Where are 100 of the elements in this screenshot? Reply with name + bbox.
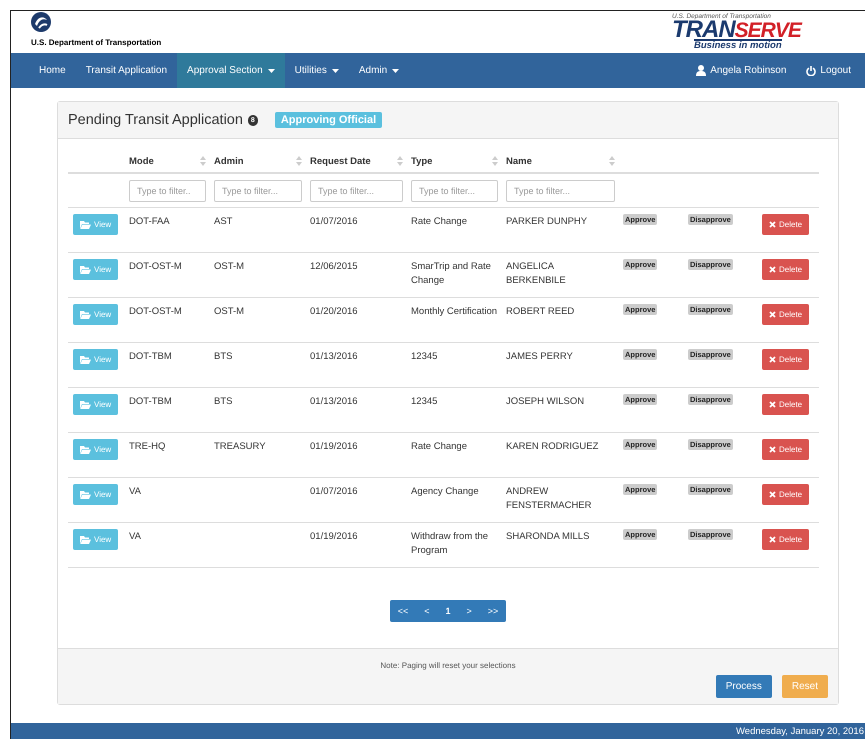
caret-icon	[332, 68, 339, 72]
logout-link[interactable]: Logout	[796, 53, 861, 88]
person-icon	[696, 65, 706, 76]
page-link[interactable]: <	[416, 600, 438, 622]
power-icon	[806, 66, 816, 76]
table-cell: SHARONDA MILLS	[506, 530, 590, 544]
delete-button[interactable]: Delete	[762, 394, 810, 415]
x-icon	[769, 311, 776, 318]
nav-item[interactable]: Approval Section	[177, 53, 285, 88]
table-cell: DOT-FAA	[129, 215, 170, 228]
delete-button[interactable]: Delete	[762, 304, 810, 325]
table-cell: 12345	[411, 395, 438, 408]
folder-icon	[80, 266, 91, 274]
column-header[interactable]: Name	[506, 156, 532, 166]
delete-button[interactable]: Delete	[762, 214, 810, 235]
table-cell-text: ANGELICA BERKENBILE	[506, 260, 567, 287]
table-cell: VA	[129, 530, 141, 544]
folder-icon	[80, 536, 91, 544]
x-icon	[769, 446, 776, 453]
table-cell: TRE-HQ	[129, 440, 166, 454]
column-header[interactable]: Admin	[214, 156, 244, 166]
table-cell: JAMES PERRY	[506, 350, 573, 364]
x-icon	[769, 221, 776, 228]
table-cell: DOT-TBM	[129, 395, 172, 408]
brand-tagline: Business in motion	[694, 39, 782, 51]
folder-icon	[80, 220, 91, 228]
page-link[interactable]: >	[458, 600, 480, 622]
table-cell: 01/07/2016	[310, 485, 358, 498]
filter-field[interactable]: Type to filter...	[214, 180, 302, 202]
dot-emblem-icon	[31, 12, 51, 32]
process-button[interactable]: Process	[716, 675, 772, 698]
filter-field[interactable]: Type to filter..	[129, 180, 206, 202]
brand-logo-text: TRANSERVE	[672, 20, 801, 41]
table-cell-text: SmarTrip and Rate Change	[411, 260, 492, 287]
folder-icon	[80, 490, 91, 498]
delete-button[interactable]: Delete	[762, 529, 810, 550]
table-cell: Agency Change	[411, 485, 479, 498]
delete-button[interactable]: Delete	[762, 439, 810, 460]
footer-date: Wednesday, January 20, 2016	[736, 726, 865, 737]
table-cell: DOT-OST-M	[129, 305, 182, 318]
table-cell: OST-M	[214, 305, 244, 318]
table-cell: Monthly Certification	[411, 305, 498, 318]
caret-icon	[392, 68, 400, 72]
panel-title: Pending Transit Application	[68, 112, 243, 128]
table-cell: DOT-TBM	[129, 350, 172, 364]
table-cell: AST	[214, 215, 232, 228]
x-icon	[769, 401, 776, 408]
table-cell: BTS	[214, 350, 232, 364]
table-cell: DOT-OST-M	[129, 260, 182, 274]
table-cell: VA	[129, 485, 141, 498]
filter-field[interactable]: Type to filter...	[411, 180, 498, 202]
delete-button[interactable]: Delete	[762, 349, 810, 370]
nav-item[interactable]: Home	[29, 53, 76, 88]
sort-icon	[609, 156, 615, 166]
table-cell: 01/19/2016	[310, 530, 358, 544]
filter-field[interactable]: Type to filter...	[506, 180, 615, 202]
table-cell: OST-M	[214, 260, 244, 274]
nav-item[interactable]: Transit Application	[76, 53, 178, 88]
nav-item[interactable]: Utilities	[284, 53, 349, 88]
agency-name: U.S. Department of Transportation	[31, 38, 162, 47]
table-cell: 01/13/2016	[310, 350, 358, 364]
page-link[interactable]: >>	[480, 600, 506, 622]
table-cell: 12345	[411, 350, 438, 364]
role-badge: Approving Official	[274, 112, 382, 128]
nav-item[interactable]: Admin	[348, 53, 410, 88]
table-cell: 12/06/2015	[310, 260, 358, 274]
folder-icon	[80, 310, 91, 318]
table-cell: 01/20/2016	[310, 305, 358, 318]
sort-icon	[200, 156, 206, 166]
paging-note: Note: Paging will reset your selections	[379, 661, 517, 670]
table-cell: 01/13/2016	[310, 395, 358, 408]
delete-button[interactable]: Delete	[762, 259, 810, 280]
sort-icon	[296, 156, 302, 166]
user-menu[interactable]: Angela Robinson	[686, 53, 796, 88]
page-link[interactable]: <<	[390, 600, 416, 622]
page-link[interactable]: 1	[437, 600, 458, 622]
table-cell: JOSEPH WILSON	[506, 395, 584, 408]
folder-icon	[80, 446, 91, 454]
sort-icon	[397, 156, 403, 166]
x-icon	[769, 356, 776, 363]
folder-icon	[80, 356, 91, 364]
table-cell: TREASURY	[214, 440, 266, 454]
column-header[interactable]: Type	[411, 156, 432, 166]
caret-icon	[268, 68, 275, 72]
column-header[interactable]: Mode	[129, 156, 154, 166]
delete-button[interactable]: Delete	[762, 484, 810, 505]
column-header[interactable]: Request Date	[310, 156, 371, 166]
sort-icon	[492, 156, 498, 166]
x-icon	[769, 266, 776, 273]
filter-field[interactable]: Type to filter...	[310, 180, 403, 202]
x-icon	[769, 536, 776, 543]
table-cell: BTS	[214, 395, 232, 408]
table-cell: Rate Change	[411, 215, 467, 228]
table-cell: PARKER DUNPHY	[506, 215, 588, 228]
table-cell: KAREN RODRIGUEZ	[506, 440, 598, 454]
table-cell-text: ANDREW FENSTERMACHER	[506, 485, 593, 512]
x-icon	[769, 491, 776, 498]
folder-icon	[80, 400, 91, 408]
table-cell: ROBERT REED	[506, 305, 574, 318]
table-cell-text: Withdraw from the Program	[411, 530, 490, 557]
